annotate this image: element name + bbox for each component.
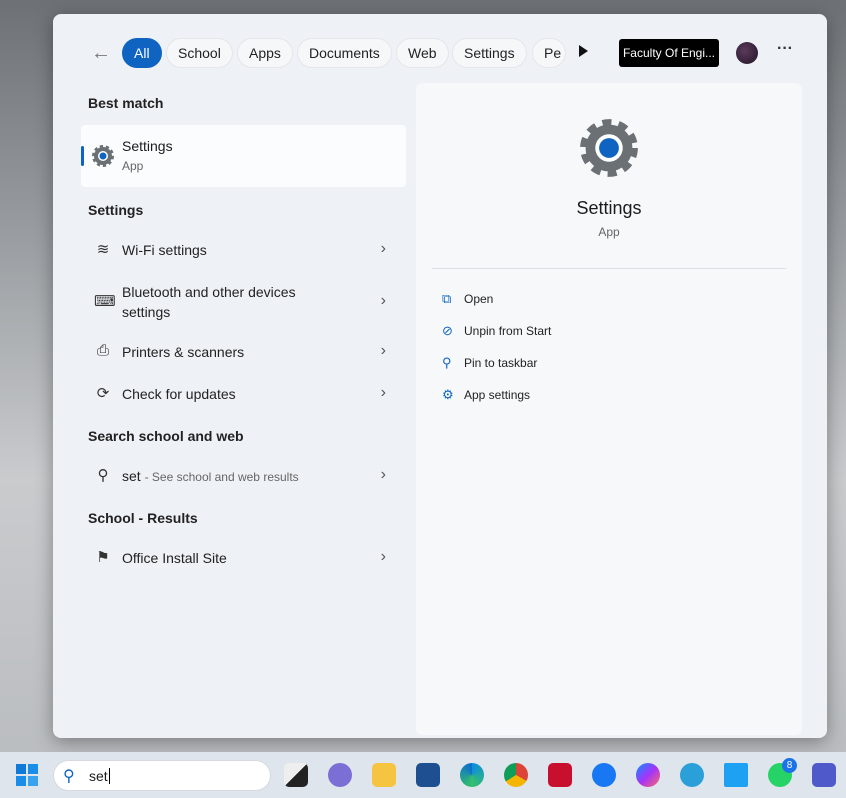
filter-people[interactable]: Pe: [532, 38, 566, 68]
search-icon: ⚲: [97, 467, 109, 484]
telegram-icon[interactable]: [680, 763, 704, 787]
action-open[interactable]: ⧉ Open: [442, 291, 493, 307]
unpin-icon: ⊘: [442, 323, 453, 338]
autocad-icon[interactable]: [548, 763, 572, 787]
action-label: Open: [464, 292, 494, 306]
list-item-web-search[interactable]: ⚲ set - See school and web results ›: [81, 466, 406, 488]
filter-settings[interactable]: Settings: [452, 38, 527, 68]
back-arrow-icon[interactable]: ←: [91, 42, 111, 65]
search-web-heading: Search school and web: [88, 428, 244, 444]
microsoft-store-icon[interactable]: [416, 763, 440, 787]
messenger-icon[interactable]: [636, 763, 660, 787]
item-label: Bluetooth and other devices: [122, 284, 296, 300]
wifi-icon: ≋: [96, 241, 110, 258]
filter-school[interactable]: School: [166, 38, 233, 68]
item-label-line2: settings: [122, 304, 171, 320]
action-app-settings[interactable]: ⚙ App settings: [442, 387, 530, 403]
selection-indicator: [81, 146, 84, 166]
search-icon: ⚲: [63, 768, 75, 785]
task-view-icon[interactable]: [284, 763, 308, 787]
filter-bar: ← All School Apps Documents Web Settings…: [53, 36, 827, 70]
whatsapp-badge: 8: [782, 758, 797, 773]
pin-icon: ⚲: [442, 355, 452, 370]
query-text: set: [122, 468, 141, 484]
facebook-icon[interactable]: [592, 763, 616, 787]
hint-text: - See school and web results: [144, 470, 299, 484]
action-unpin-start[interactable]: ⊘ Unpin from Start: [442, 323, 551, 339]
best-match-title: Settings: [122, 138, 173, 154]
keyboard-icon: ⌨: [94, 293, 116, 310]
printer-icon: ⎙: [96, 342, 109, 359]
school-results-heading: School - Results: [88, 510, 198, 526]
start-search-window: ← All School Apps Documents Web Settings…: [53, 14, 827, 738]
avatar[interactable]: [736, 42, 758, 64]
best-match-subtitle: App: [122, 159, 144, 173]
detail-subtitle: App: [598, 225, 620, 239]
divider: [432, 268, 786, 269]
chevron-right-icon: ›: [380, 292, 386, 309]
windows-start-icon[interactable]: [16, 764, 38, 786]
list-item-office-install[interactable]: ⚑ Office Install Site ›: [81, 548, 406, 570]
settings-gear-icon: [92, 145, 114, 167]
filter-apps[interactable]: Apps: [237, 38, 293, 68]
action-pin-taskbar[interactable]: ⚲ Pin to taskbar: [442, 355, 537, 371]
bookmark-icon: ⚑: [96, 549, 110, 566]
filter-web[interactable]: Web: [396, 38, 449, 68]
teams-icon[interactable]: [812, 763, 836, 787]
list-item-printers[interactable]: ⎙ Printers & scanners ›: [81, 342, 406, 364]
chevron-right-icon: ›: [380, 548, 386, 565]
chevron-right-icon: ›: [380, 342, 386, 359]
item-label: Printers & scanners: [122, 344, 245, 360]
twitter-icon[interactable]: [724, 763, 748, 787]
gear-icon: ⚙: [442, 387, 454, 402]
action-label: App settings: [464, 388, 531, 402]
chevron-right-icon: ›: [380, 240, 386, 257]
scroll-right-icon[interactable]: [579, 45, 588, 57]
item-label: Check for updates: [122, 386, 236, 402]
search-value: set: [89, 768, 110, 784]
best-match-settings[interactable]: Settings App: [81, 125, 406, 187]
more-options-icon[interactable]: ···: [777, 40, 793, 58]
list-item-wifi-settings[interactable]: ≋ Wi-Fi settings ›: [81, 240, 406, 262]
chevron-right-icon: ›: [380, 384, 386, 401]
item-label: Wi-Fi settings: [122, 242, 207, 258]
list-item-bluetooth[interactable]: ⌨ Bluetooth and other devices settings ›: [81, 282, 406, 324]
taskbar-search-input[interactable]: ⚲ set: [53, 760, 271, 791]
chrome-icon[interactable]: [504, 763, 528, 787]
chevron-right-icon: ›: [380, 466, 386, 483]
list-item-check-updates[interactable]: ⟳ Check for updates ›: [81, 384, 406, 406]
settings-heading: Settings: [88, 202, 144, 218]
item-label: Office Install Site: [122, 550, 227, 566]
detail-title: Settings: [576, 198, 642, 218]
filter-all[interactable]: All: [122, 38, 162, 68]
taskbar: ⚲ set 8: [0, 752, 846, 798]
action-label: Unpin from Start: [464, 324, 552, 338]
settings-gear-icon: [580, 119, 638, 177]
organization-button[interactable]: Faculty Of Engi...: [619, 39, 719, 67]
chat-icon[interactable]: [328, 763, 352, 787]
open-external-icon: ⧉: [442, 291, 452, 306]
detail-pane: Settings App ⧉ Open ⊘ Unpin from Start ⚲ Pi…: [416, 83, 802, 735]
edge-icon[interactable]: [460, 763, 484, 787]
action-label: Pin to taskbar: [464, 356, 538, 370]
filter-documents[interactable]: Documents: [297, 38, 392, 68]
sync-icon: ⟳: [96, 385, 110, 402]
best-match-heading: Best match: [88, 95, 164, 111]
file-explorer-icon[interactable]: [372, 763, 396, 787]
